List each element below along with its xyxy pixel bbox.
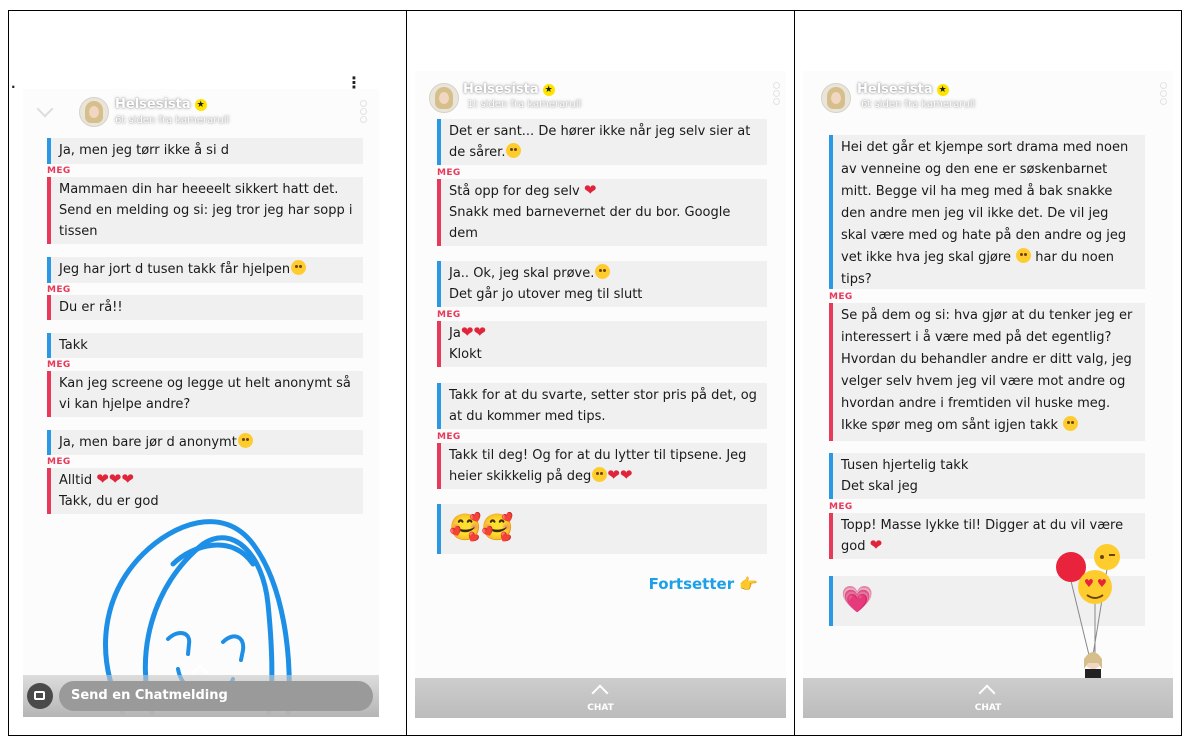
chevron-up-icon[interactable]	[978, 684, 996, 702]
avatar[interactable]	[429, 83, 459, 113]
message-them: Hei det går et kjempe sort drama med noe…	[829, 135, 1145, 289]
message-them: Tusen hjertelig takk Det skal jeg	[829, 453, 1145, 499]
chat-label[interactable]: CHAT	[803, 703, 1173, 713]
camera-icon[interactable]	[27, 683, 53, 709]
chat-bar[interactable]: CHAT	[415, 678, 786, 718]
heart-icon: ❤❤	[460, 323, 486, 341]
menu-icon[interactable]	[1160, 81, 1167, 105]
chat-header: Helsesista ★ 6t siden fra kamerarull	[23, 89, 379, 143]
screenshot-panel-1: ⋮ . Helsesista ★ 6t siden fra kamerarull …	[8, 10, 407, 736]
svg-text:♥: ♥	[1084, 577, 1094, 590]
sender-label-me: MEG	[437, 168, 461, 178]
stray-dot: .	[11, 77, 16, 91]
emoji-icon	[1016, 248, 1032, 263]
sender-label-me: MEG	[47, 285, 71, 295]
message-them: Ja, men jeg tørr ikke å si d	[47, 138, 363, 164]
message-me: Du er rå!!	[47, 295, 363, 320]
star-icon: ★	[194, 99, 207, 111]
heart-icon: ❤❤	[607, 466, 633, 484]
sender-label-me: MEG	[47, 360, 71, 370]
snapchat-chat-screen: Helsesista ★ 1t siden fra kamerarull Det …	[415, 71, 786, 718]
message-me: Kan jeg screene og legge ut helt anonymt…	[47, 371, 363, 417]
emoji-icon	[1063, 416, 1079, 431]
chat-label[interactable]: CHAT	[415, 703, 786, 713]
message-them: Det er sant... De hører ikke når jeg sel…	[437, 119, 767, 165]
chat-header: Helsesista ★ 1t siden fra kamerarull	[415, 71, 786, 125]
chat-bar[interactable]: CHAT	[803, 678, 1173, 718]
message-them: Ja, men bare jør d anonymt	[47, 430, 363, 455]
avatar[interactable]	[79, 97, 109, 127]
svg-text:♥: ♥	[1097, 577, 1107, 590]
emoji-icon	[506, 143, 522, 158]
star-icon: ★	[542, 84, 555, 96]
snapchat-chat-screen: Helsesista ★ 6t siden fra kamerarull Ja, …	[23, 89, 379, 717]
heart-icon: ❤❤❤	[96, 470, 134, 488]
contact-name[interactable]: Helsesista ★	[857, 82, 949, 97]
chat-input[interactable]: Send en Chatmelding	[59, 681, 373, 711]
sender-label-me: MEG	[47, 457, 71, 467]
contact-name[interactable]: Helsesista ★	[463, 82, 555, 97]
chevron-up-icon[interactable]	[591, 684, 608, 702]
menu-icon[interactable]	[360, 99, 367, 123]
emoji-icon	[237, 433, 253, 448]
sender-label-me: MEG	[829, 292, 853, 302]
screenshot-panel-2: Helsesista ★ 1t siden fra kamerarull Det …	[406, 10, 795, 736]
sender-label-me: MEG	[47, 166, 71, 176]
snapchat-chat-screen: Helsesista ★ 6t siden fra kamerarull Hei …	[803, 71, 1173, 718]
emoji-icon	[592, 467, 608, 482]
star-icon: ★	[936, 84, 949, 96]
chat-header: Helsesista ★ 6t siden fra kamerarull	[803, 71, 1173, 125]
continue-label: Fortsetter 👉	[648, 575, 758, 593]
contact-subtitle: 6t siden fra kamerarull	[115, 115, 230, 126]
message-me: Mammaen din har heeeelt sikkert hatt det…	[47, 177, 363, 244]
message-them: 🥰🥰	[437, 504, 767, 554]
contact-subtitle: 6t siden fra kamerarull	[861, 99, 976, 110]
message-them: Takk	[47, 333, 363, 358]
chevron-down-icon[interactable]	[36, 100, 54, 118]
message-them: Jeg har jort d tusen takk får hjelpen	[47, 257, 363, 283]
screenshot-panel-3: Helsesista ★ 6t siden fra kamerarull Hei …	[794, 10, 1182, 736]
sender-label-me: MEG	[437, 432, 461, 442]
avatar[interactable]	[821, 83, 851, 113]
message-me: Ja❤❤ Klokt	[437, 321, 767, 367]
contact-name[interactable]: Helsesista ★	[115, 97, 207, 112]
heart-icon: ❤	[583, 181, 597, 199]
menu-icon[interactable]	[773, 81, 780, 105]
sender-label-me: MEG	[437, 310, 461, 320]
message-me: Se på dem og si: hva gjør at du tenker j…	[829, 303, 1145, 441]
message-me: Stå opp for deg selv ❤ Snakk med barneve…	[437, 179, 767, 246]
message-them: Ja.. Ok, jeg skal prøve. Det går jo utov…	[437, 261, 767, 307]
emoji-icon	[291, 260, 307, 275]
contact-subtitle: 1t siden fra kamerarull	[467, 99, 582, 110]
message-them: Takk for at du svarte, setter stor pris …	[437, 383, 767, 429]
message-me: Takk til deg! Og for at du lytter til ti…	[437, 443, 767, 489]
sender-label-me: MEG	[829, 502, 853, 512]
heart-icon: ❤	[869, 536, 883, 554]
composer-bar: Send en Chatmelding	[23, 664, 379, 717]
emoji-icon	[595, 264, 611, 279]
